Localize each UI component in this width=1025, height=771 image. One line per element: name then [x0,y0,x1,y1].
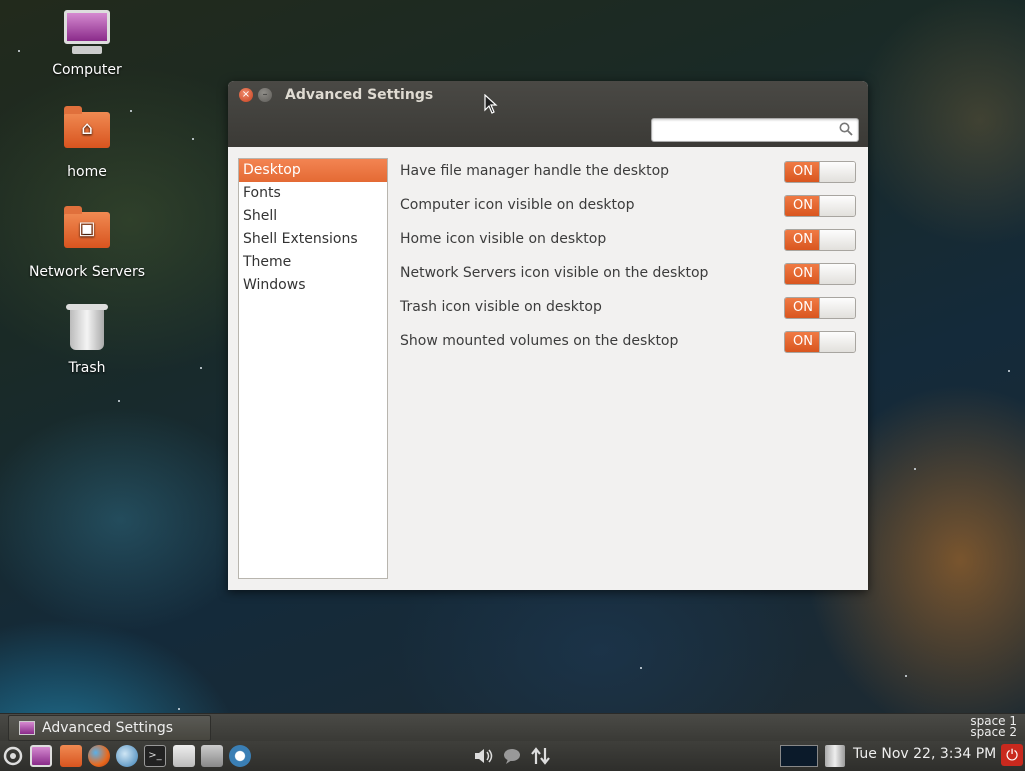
sidebar-item-fonts[interactable]: Fonts [239,182,387,205]
window-title: Advanced Settings [285,87,434,103]
sidebar-item-desktop[interactable]: Desktop [239,159,387,182]
minimize-icon: – [262,89,268,100]
advanced-settings-window: × – Advanced Settings Desktop Fonts Shel… [228,81,868,590]
toggle-state: ON [785,230,821,250]
home-icon-toggle[interactable]: ON [784,229,856,251]
desktop-icon-label: Network Servers [28,264,146,280]
desktop-icon-computer[interactable]: Computer [27,10,147,78]
messaging-icon[interactable] [501,745,523,767]
mouse-cursor-icon [484,94,498,114]
toggle-knob[interactable] [819,264,855,284]
taskbar-panel: >_ Tue Nov 22, 3:34 PM ⏻ [0,741,1025,771]
setting-row: Trash icon visible on desktop ON [400,294,856,328]
workspace-2[interactable]: space 2 [970,726,1017,738]
network-folder-icon: ▣ [63,206,111,260]
desktop-icon-home[interactable]: ⌂ home [27,104,147,180]
desktop-icon-network-servers[interactable]: ▣ Network Servers [27,204,147,280]
taskbar-item-label: Advanced Settings [42,720,174,736]
close-button[interactable]: × [239,88,253,102]
image-viewer-launcher-icon[interactable] [30,745,52,767]
desktop-icon-label: Computer [52,62,122,78]
setting-row: Computer icon visible on desktop ON [400,192,856,226]
close-icon: × [241,89,251,100]
computer-icon [63,10,111,58]
toggle-state: ON [785,332,821,352]
setting-row: Network Servers icon visible on the desk… [400,260,856,294]
power-button[interactable]: ⏻ [1001,744,1023,766]
toggle-knob[interactable] [819,332,855,352]
toggle-knob[interactable] [819,162,855,182]
menu-icon[interactable] [2,745,24,767]
file-manager-desktop-toggle[interactable]: ON [784,161,856,183]
toggle-state: ON [785,298,821,318]
home-folder-icon: ⌂ [63,106,111,160]
setting-label: Network Servers icon visible on the desk… [400,265,709,281]
setting-row: Home icon visible on desktop ON [400,226,856,260]
search-input[interactable] [652,119,832,142]
workspace-switcher[interactable]: space 1 space 2 [970,715,1017,738]
network-servers-icon-toggle[interactable]: ON [784,263,856,285]
firefox-launcher-icon[interactable] [88,745,110,767]
desktop-icon-label: Trash [68,360,106,376]
sidebar-item-shell-extensions[interactable]: Shell Extensions [239,228,387,251]
power-icon: ⏻ [1006,746,1018,764]
setting-label: Show mounted volumes on the desktop [400,333,679,349]
volume-icon[interactable] [472,745,496,767]
setting-label: Trash icon visible on desktop [400,299,602,315]
toggle-knob[interactable] [819,196,855,216]
desktop-icon-trash[interactable]: Trash [27,304,147,376]
sidebar-item-windows[interactable]: Windows [239,274,387,297]
sidebar-item-shell[interactable]: Shell [239,205,387,228]
settings-app-icon [19,721,35,735]
desktop-icon-label: home [67,164,107,180]
setting-label: Have file manager handle the desktop [400,163,670,179]
window-titlebar[interactable]: × – Advanced Settings [228,81,868,147]
app-launcher-icon[interactable] [229,745,251,767]
search-box[interactable] [651,118,859,142]
calculator-launcher-icon[interactable] [201,745,223,767]
network-icon[interactable] [529,745,553,767]
toggle-state: ON [785,264,821,284]
computer-icon-toggle[interactable]: ON [784,195,856,217]
taskbar-item-advanced-settings[interactable]: Advanced Settings [8,715,211,741]
trash-icon-toggle[interactable]: ON [784,297,856,319]
setting-label: Computer icon visible on desktop [400,197,635,213]
email-launcher-icon[interactable] [116,745,138,767]
search-icon[interactable] [839,122,853,136]
minimize-button[interactable]: – [258,88,272,102]
clock[interactable]: Tue Nov 22, 3:34 PM [853,746,996,762]
toggle-state: ON [785,162,821,182]
setting-label: Home icon visible on desktop [400,231,607,247]
cpu-monitor-graph[interactable] [780,745,818,767]
trash-icon [63,304,111,356]
taskbar-windows: Advanced Settings space 1 space 2 [0,713,1025,741]
trash-applet-icon[interactable] [825,745,845,767]
mounted-volumes-toggle[interactable]: ON [784,331,856,353]
setting-row: Have file manager handle the desktop ON [400,158,856,192]
file-manager-launcher-icon[interactable] [60,745,82,767]
settings-list: Have file manager handle the desktop ON … [400,158,856,362]
settings-sidebar: Desktop Fonts Shell Shell Extensions The… [238,158,388,579]
setting-row: Show mounted volumes on the desktop ON [400,328,856,362]
terminal-launcher-icon[interactable]: >_ [144,745,166,767]
toggle-knob[interactable] [819,230,855,250]
text-editor-launcher-icon[interactable] [173,745,195,767]
toggle-knob[interactable] [819,298,855,318]
sidebar-item-theme[interactable]: Theme [239,251,387,274]
toggle-state: ON [785,196,821,216]
